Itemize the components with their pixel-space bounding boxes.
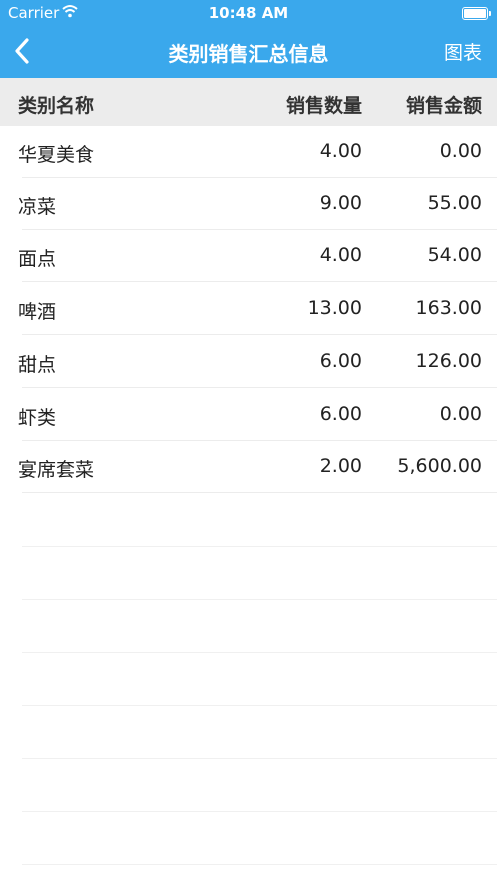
row-separator (22, 652, 497, 653)
sales-quantity: 4.00 (319, 244, 362, 266)
navigation-bar: 类别销售汇总信息 图表 (0, 26, 497, 78)
sales-amount: 5,600.00 (397, 455, 482, 477)
category-name: 华夏美食 (18, 144, 95, 166)
top-bar: Carrier 10:48 AM 类别销售汇总信息 图表 (0, 0, 497, 78)
row-separator (22, 546, 497, 547)
sales-quantity: 4.00 (319, 140, 362, 162)
sales-amount: 54.00 (427, 244, 482, 266)
row-separator (22, 705, 497, 706)
row-separator (22, 811, 497, 812)
chart-button[interactable]: 图表 (444, 38, 482, 65)
table-row[interactable]: 凉菜 9.00 55.00 (0, 178, 497, 230)
page-title: 类别销售汇总信息 (168, 42, 329, 66)
category-name: 虾类 (18, 407, 57, 429)
sales-amount: 126.00 (415, 350, 482, 372)
status-time: 10:48 AM (208, 4, 289, 22)
sales-amount: 0.00 (439, 403, 482, 425)
table-header: 类别名称 销售数量 销售金额 (0, 78, 497, 126)
table-row[interactable]: 华夏美食 4.00 0.00 (0, 126, 497, 178)
table-row[interactable]: 虾类 6.00 0.00 (0, 389, 497, 441)
table-row[interactable]: 啤酒 13.00 163.00 (0, 283, 497, 335)
category-name: 凉菜 (18, 196, 57, 218)
category-name: 甜点 (18, 354, 57, 376)
sales-amount: 163.00 (415, 297, 482, 319)
sales-quantity: 6.00 (319, 403, 362, 425)
row-separator (22, 864, 497, 865)
category-name: 宴席套菜 (18, 459, 95, 481)
sales-quantity: 13.00 (307, 297, 362, 319)
sales-amount: 55.00 (427, 192, 482, 214)
column-header-quantity: 销售数量 (285, 95, 362, 117)
table-row[interactable]: 宴席套菜 2.00 5,600.00 (0, 441, 497, 493)
sales-amount: 0.00 (439, 140, 482, 162)
row-separator (22, 599, 497, 600)
column-header-category: 类别名称 (18, 95, 95, 117)
column-header-amount: 销售金额 (405, 95, 482, 117)
sales-quantity: 6.00 (319, 350, 362, 372)
sales-quantity: 9.00 (319, 192, 362, 214)
category-name: 啤酒 (18, 301, 57, 323)
status-bar: Carrier 10:48 AM (0, 0, 497, 26)
sales-quantity: 2.00 (319, 455, 362, 477)
table-row[interactable]: 甜点 6.00 126.00 (0, 336, 497, 388)
row-separator (22, 758, 497, 759)
table-row[interactable]: 面点 4.00 54.00 (0, 230, 497, 282)
category-name: 面点 (18, 248, 57, 270)
battery-icon (462, 7, 491, 20)
